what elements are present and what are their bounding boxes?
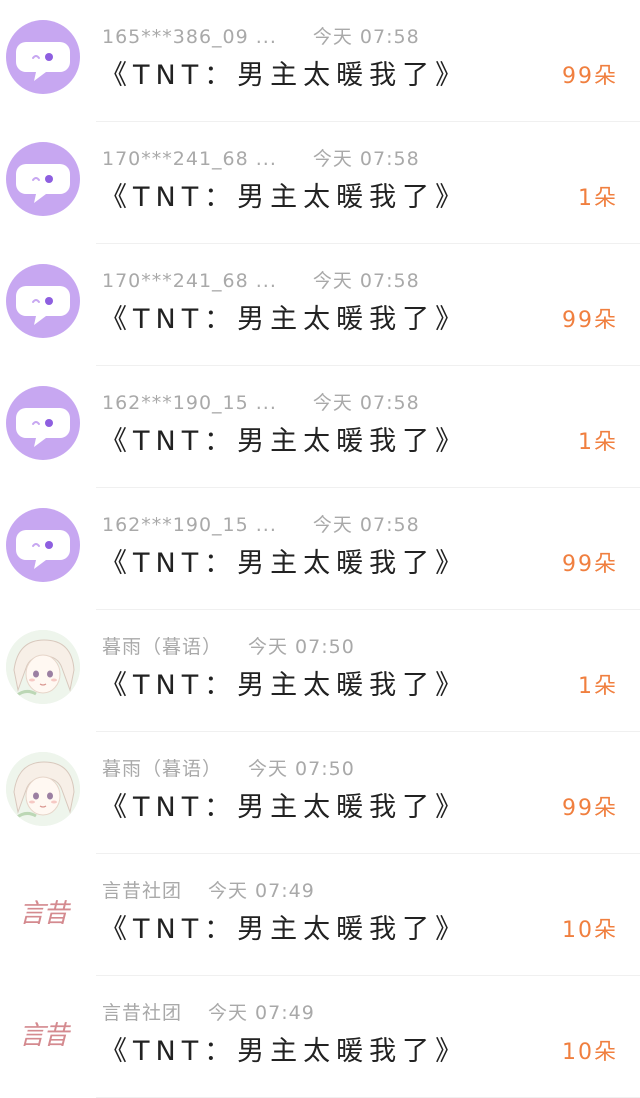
chat-bubble-avatar-icon[interactable] <box>6 386 80 460</box>
list-item[interactable]: 162***190_15 ... 今天 07:58 《TNT：男主太暖我了》 99朵 <box>0 488 640 610</box>
sender-username[interactable]: 165***386_09 ... <box>102 24 277 50</box>
send-time: 今天 07:50 <box>248 758 355 780</box>
send-time: 今天 07:50 <box>248 636 355 658</box>
list-item[interactable]: 170***241_68 ... 今天 07:58 《TNT：男主太暖我了》 99朵 <box>0 244 640 366</box>
logo-text: 言昔 <box>18 898 69 929</box>
chat-bubble-avatar-icon[interactable] <box>6 142 80 216</box>
flower-count: 99朵 <box>562 64 618 89</box>
sender-meta: 暮雨（暮语） 今天 07:50 <box>102 756 355 782</box>
list-item[interactable]: 暮雨（暮语） 今天 07:50 《TNT：男主太暖我了》 1朵 <box>0 610 640 732</box>
flower-count: 1朵 <box>578 430 618 455</box>
flower-count: 99朵 <box>562 796 618 821</box>
calligraphy-logo-avatar[interactable]: 言昔 <box>6 874 80 948</box>
flower-count: 1朵 <box>578 674 618 699</box>
sender-meta: 170***241_68 ... 今天 07:58 <box>102 268 420 294</box>
send-time: 今天 07:58 <box>312 392 420 414</box>
sender-username[interactable]: 暮雨（暮语） <box>102 634 222 660</box>
flower-count: 99朵 <box>562 552 618 577</box>
book-title-message: 《TNT：男主太暖我了》 <box>100 914 469 945</box>
sender-username[interactable]: 170***241_68 ... <box>102 268 277 294</box>
chat-bubble-avatar-icon[interactable] <box>6 20 80 94</box>
list-item[interactable]: 162***190_15 ... 今天 07:58 《TNT：男主太暖我了》 1朵 <box>0 366 640 488</box>
list-item[interactable]: 170***241_68 ... 今天 07:58 《TNT：男主太暖我了》 1朵 <box>0 122 640 244</box>
book-title-message: 《TNT：男主太暖我了》 <box>100 670 469 701</box>
chat-bubble-avatar-icon[interactable] <box>6 264 80 338</box>
sender-username[interactable]: 162***190_15 ... <box>102 390 277 416</box>
flower-count: 10朵 <box>562 1040 618 1065</box>
send-time: 今天 07:58 <box>312 26 420 48</box>
anime-girl-avatar[interactable] <box>6 752 80 826</box>
sender-username[interactable]: 162***190_15 ... <box>102 512 277 538</box>
send-time: 今天 07:58 <box>312 514 420 536</box>
sender-username[interactable]: 170***241_68 ... <box>102 146 277 172</box>
gift-record-list: 165***386_09 ... 今天 07:58 《TNT：男主太暖我了》 99朵 … <box>0 0 640 1098</box>
sender-meta: 暮雨（暮语） 今天 07:50 <box>102 634 355 660</box>
sender-meta: 162***190_15 ... 今天 07:58 <box>102 390 420 416</box>
send-time: 今天 07:58 <box>312 148 420 170</box>
sender-meta: 言昔社团 今天 07:49 <box>102 1000 315 1026</box>
list-item[interactable]: 暮雨（暮语） 今天 07:50 《TNT：男主太暖我了》 99朵 <box>0 732 640 854</box>
list-item[interactable]: 言昔 言昔社团 今天 07:49 《TNT：男主太暖我了》 10朵 <box>0 976 640 1098</box>
book-title-message: 《TNT：男主太暖我了》 <box>100 60 469 91</box>
flower-count: 99朵 <box>562 308 618 333</box>
sender-meta: 170***241_68 ... 今天 07:58 <box>102 146 420 172</box>
chat-bubble-avatar-icon[interactable] <box>6 508 80 582</box>
flower-count: 1朵 <box>578 186 618 211</box>
send-time: 今天 07:49 <box>208 880 315 902</box>
sender-meta: 言昔社团 今天 07:49 <box>102 878 315 904</box>
book-title-message: 《TNT：男主太暖我了》 <box>100 1036 469 1067</box>
send-time: 今天 07:49 <box>208 1002 315 1024</box>
flower-count: 10朵 <box>562 918 618 943</box>
sender-username[interactable]: 暮雨（暮语） <box>102 756 222 782</box>
anime-girl-avatar[interactable] <box>6 630 80 704</box>
sender-username[interactable]: 言昔社团 <box>102 1000 182 1026</box>
logo-text: 言昔 <box>18 1020 69 1051</box>
book-title-message: 《TNT：男主太暖我了》 <box>100 304 469 335</box>
book-title-message: 《TNT：男主太暖我了》 <box>100 182 469 213</box>
sender-meta: 162***190_15 ... 今天 07:58 <box>102 512 420 538</box>
list-item[interactable]: 言昔 言昔社团 今天 07:49 《TNT：男主太暖我了》 10朵 <box>0 854 640 976</box>
book-title-message: 《TNT：男主太暖我了》 <box>100 548 469 579</box>
book-title-message: 《TNT：男主太暖我了》 <box>100 426 469 457</box>
sender-meta: 165***386_09 ... 今天 07:58 <box>102 24 420 50</box>
book-title-message: 《TNT：男主太暖我了》 <box>100 792 469 823</box>
list-item[interactable]: 165***386_09 ... 今天 07:58 《TNT：男主太暖我了》 99朵 <box>0 0 640 122</box>
calligraphy-logo-avatar[interactable]: 言昔 <box>6 996 80 1070</box>
sender-username[interactable]: 言昔社团 <box>102 878 182 904</box>
send-time: 今天 07:58 <box>312 270 420 292</box>
